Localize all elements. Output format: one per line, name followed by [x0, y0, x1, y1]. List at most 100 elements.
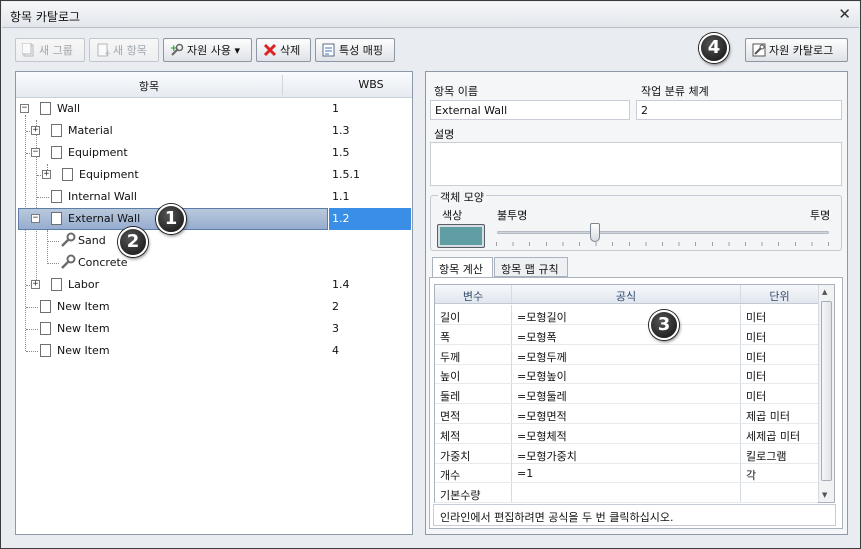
tree-col-wbs[interactable]: WBS [329, 78, 413, 91]
grid-cell-formula[interactable]: =모형폭 [517, 329, 557, 345]
resource-catalog-button[interactable]: 자원 카탈로그 [745, 38, 848, 62]
collapse-icon[interactable]: − [31, 214, 40, 223]
expand-icon[interactable]: + [42, 170, 51, 179]
grid-row[interactable]: 체적 =모형체적 세제곱 미터 [435, 423, 818, 444]
grid-cell-formula[interactable]: =모형면적 [517, 408, 567, 424]
tree-connector [47, 241, 59, 242]
window-title: 항목 카탈로그 [10, 10, 81, 24]
tree-row[interactable]: − Wall 1 [16, 98, 412, 120]
expand-icon[interactable]: + [31, 280, 40, 289]
grid-cell-variable: 폭 [440, 330, 451, 344]
delete-label: 삭제 [280, 44, 301, 57]
group-icon [48, 143, 62, 159]
grid-row[interactable]: 길이 =모형길이 미터 [435, 305, 818, 325]
grid-col-unit[interactable]: 단위 [741, 288, 818, 304]
column-divider [740, 364, 741, 384]
grid-cell-variable: 두께 [440, 350, 461, 364]
wbs-input[interactable]: 2 [636, 100, 842, 120]
map-properties-button[interactable]: 특성 매핑 [315, 38, 395, 62]
grid-row[interactable]: 기본수량 [435, 483, 818, 504]
grid-col-formula[interactable]: 공식 [512, 288, 740, 304]
tree-row-wbs: 1 [332, 102, 339, 115]
tree-row[interactable]: Internal Wall 1.1 [16, 186, 412, 208]
grid-cell-formula[interactable]: =모형높이 [517, 368, 567, 384]
tree-row[interactable]: Sand [16, 230, 412, 252]
grid-cell-unit: 세제곱 미터 [746, 429, 801, 443]
tree-row[interactable]: New Item 2 [16, 296, 412, 318]
color-swatch[interactable] [437, 224, 485, 248]
grid-cell-formula[interactable]: =모형두께 [517, 349, 567, 365]
tree-row[interactable]: New Item 4 [16, 340, 412, 362]
grid-cell-unit: 미터 [746, 330, 767, 344]
tree-row[interactable]: − Equipment 1.5 [16, 142, 412, 164]
tree-connector [37, 197, 49, 198]
grid-row[interactable]: 높이 =모형높이 미터 [435, 364, 818, 385]
scroll-up-icon[interactable]: ▲ [822, 288, 827, 296]
grid-row[interactable]: 둘레 =모형둘레 미터 [435, 384, 818, 405]
item-name-input[interactable]: External Wall [430, 100, 630, 120]
tree-row[interactable]: + Labor 1.4 [16, 274, 412, 296]
callout-badge-3: 3 [649, 310, 679, 340]
resource-catalog-icon [752, 43, 766, 57]
wrench-icon [60, 232, 76, 252]
tree-row-wbs: 1.4 [332, 278, 350, 291]
column-divider [740, 344, 741, 364]
scroll-down-icon[interactable]: ▼ [822, 491, 827, 499]
column-divider [740, 384, 741, 404]
grid-cell-formula[interactable]: =1 [517, 467, 533, 480]
grid-row[interactable]: 두께 =모형두께 미터 [435, 344, 818, 365]
transparency-slider-track[interactable] [497, 231, 829, 234]
wrench-add-icon: + [170, 43, 184, 57]
collapse-icon[interactable]: − [31, 148, 40, 157]
tree-row[interactable]: Concrete [16, 252, 412, 274]
description-input[interactable] [430, 142, 842, 186]
tree-row-wbs: 1.5 [332, 146, 350, 159]
grid-cell-formula[interactable]: =모형길이 [517, 309, 567, 325]
tab-item-map-rules[interactable]: 항목 맵 규칙 [494, 257, 568, 277]
grid-row[interactable]: 면적 =모형면적 제곱 미터 [435, 404, 818, 424]
delete-button[interactable]: 삭제 [256, 38, 311, 62]
tree-row-wbs: 3 [332, 322, 339, 335]
opaque-label: 불투명 [497, 209, 528, 222]
grid-cell-formula[interactable]: =모형체적 [517, 428, 567, 444]
item-name-label: 항목 이름 [434, 85, 478, 98]
grid-col-variable[interactable]: 변수 [435, 288, 511, 304]
title-bar: 항목 카탈로그 ✕ [2, 2, 859, 28]
appearance-label: 객체 모양 [438, 189, 486, 205]
tree-row[interactable]: + Equipment 1.5.1 [16, 164, 412, 186]
tree-row[interactable]: + Material 1.3 [16, 120, 412, 142]
grid-row[interactable]: 폭 =모형폭 미터 [435, 324, 818, 345]
grid-header: 변수 공식 단위 [435, 285, 818, 304]
callout-badge-4: 4 [699, 33, 729, 63]
tab-item-calculation[interactable]: 항목 계산 [432, 257, 493, 278]
column-divider [740, 404, 741, 423]
tree-row-label: Labor [68, 278, 100, 291]
grid-row[interactable]: 가중치 =모형가중치 킬로그램 [435, 443, 818, 464]
tree-row[interactable]: New Item 3 [16, 318, 412, 340]
use-resource-button[interactable]: + 자원 사용 ▾ [163, 38, 252, 62]
collapse-icon[interactable]: − [20, 104, 29, 113]
description-label: 설명 [434, 128, 455, 141]
scrollbar-thumb[interactable] [821, 301, 832, 481]
tree-col-item[interactable]: 항목 [16, 78, 282, 94]
tree-row-label: Equipment [68, 146, 128, 159]
grid-cell-variable: 길이 [440, 311, 461, 324]
tree-row-label: New Item [57, 300, 110, 313]
grid-scrollbar[interactable]: ▲ ▼ [818, 285, 834, 502]
close-icon[interactable]: ✕ [838, 5, 851, 23]
new-item-icon: + [96, 43, 112, 59]
new-group-button[interactable]: 새 그룹 [15, 38, 85, 62]
grid-cell-formula[interactable]: =모형가중치 [517, 448, 577, 464]
new-group-label: 새 그룹 [39, 44, 73, 57]
map-properties-label: 특성 매핑 [339, 44, 383, 57]
grid-row[interactable]: 개수 =1 각 [435, 463, 818, 484]
grid-cell-formula[interactable]: =모형둘레 [517, 388, 567, 404]
item-icon [40, 344, 51, 357]
expand-icon[interactable]: + [31, 126, 40, 135]
tree-row-selected[interactable]: − External Wall 1.2 [16, 208, 412, 230]
tree-row-wbs: 1.1 [332, 190, 350, 203]
column-divider [740, 483, 741, 503]
transparency-slider-thumb[interactable] [590, 223, 600, 242]
column-divider [740, 324, 741, 344]
new-item-button[interactable]: + 새 항목 [89, 38, 159, 62]
